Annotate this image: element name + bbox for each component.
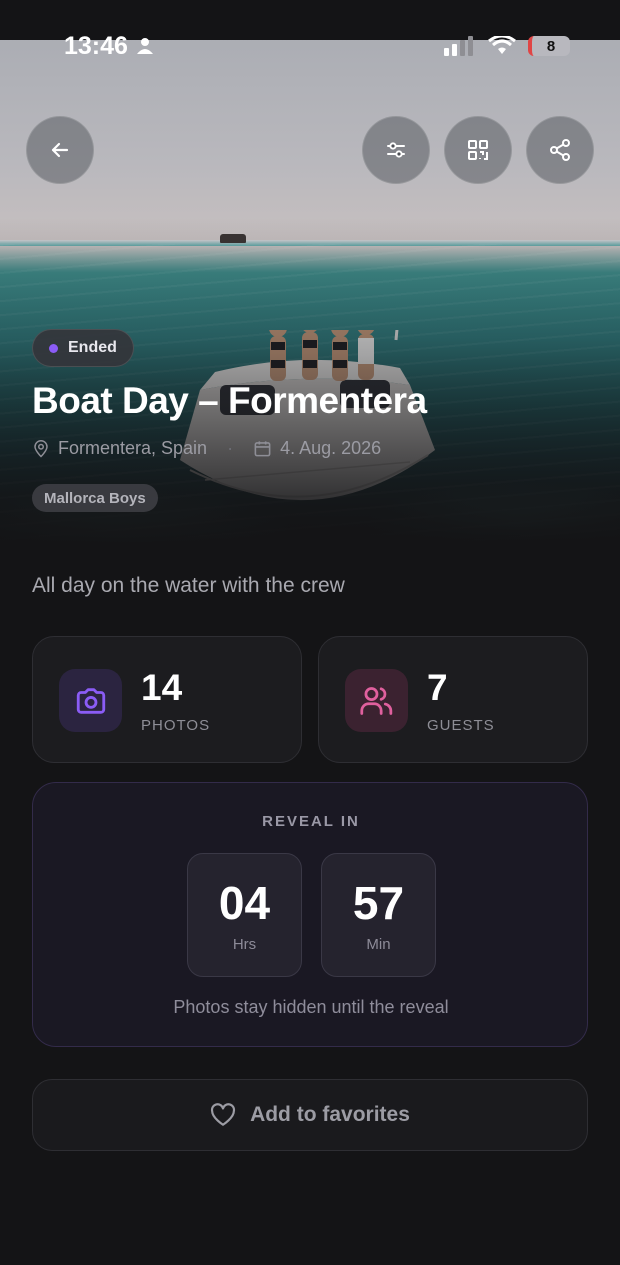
reveal-note: Photos stay hidden until the reveal (173, 997, 449, 1017)
sliders-icon (387, 142, 405, 158)
hours-value: 04 (218, 877, 271, 929)
minutes-unit: Min (366, 936, 391, 953)
status-badge: Ended (32, 329, 134, 367)
event-location: Formentera, Spain (58, 438, 208, 458)
event-meta: Formentera, Spain · 4. Aug. 2026 (32, 438, 381, 459)
status-dot (49, 343, 58, 353)
event-description: All day on the water with the crew (32, 574, 345, 597)
hero-gradient-overlay (0, 0, 620, 545)
photos-label: PHOTOS (141, 717, 211, 734)
guests-stat-card[interactable]: 7 GUESTS (318, 636, 588, 763)
heart-icon (211, 1103, 236, 1126)
clock: 13:46 (64, 31, 128, 60)
share-icon (550, 139, 570, 161)
reveal-title: REVEAL IN (262, 813, 360, 830)
minutes-box: 57 Min (321, 853, 436, 977)
signal-icon (444, 36, 473, 56)
status-bar: 13:46 8 (0, 28, 620, 64)
share-button[interactable] (526, 116, 594, 184)
battery-level: 8 (546, 37, 556, 55)
battery-indicator: 8 (528, 36, 570, 56)
guests-count: 7 (427, 667, 448, 708)
status-icons: 8 (444, 36, 570, 56)
qr-code-button[interactable] (444, 116, 512, 184)
guests-icon-tile (345, 669, 408, 732)
arrow-left-icon (51, 142, 69, 158)
minutes-value: 57 (352, 877, 405, 929)
person-icon (136, 38, 153, 54)
event-title: Boat Day – Formentera (32, 380, 427, 421)
hours-unit: Hrs (232, 936, 257, 953)
photos-icon-tile (59, 669, 122, 732)
event-date: 4. Aug. 2026 (280, 438, 382, 458)
photos-stat-card[interactable]: 14 PHOTOS (32, 636, 302, 763)
qr-code-icon (468, 140, 488, 160)
favorites-label: Add to favorites (250, 1103, 410, 1126)
filters-button[interactable] (362, 116, 430, 184)
back-button[interactable] (26, 116, 94, 184)
photos-count: 14 (141, 667, 183, 708)
map-pin-icon (34, 439, 48, 458)
group-name: Mallorca Boys (44, 489, 146, 507)
status-label: Ended (68, 339, 117, 356)
wifi-icon (488, 36, 516, 54)
reveal-countdown-card: REVEAL IN 04 Hrs 57 Min Photos stay hidd… (32, 782, 588, 1047)
hero-image (0, 0, 620, 545)
calendar-icon (254, 441, 271, 457)
users-icon (359, 686, 392, 715)
group-chip[interactable]: Mallorca Boys (32, 484, 158, 512)
add-to-favorites-button[interactable]: Add to favorites (32, 1079, 588, 1151)
meta-separator: · (227, 438, 234, 458)
guests-label: GUESTS (427, 717, 495, 734)
camera-icon (76, 687, 105, 714)
hours-box: 04 Hrs (187, 853, 302, 977)
status-time: 13:46 (64, 32, 154, 61)
